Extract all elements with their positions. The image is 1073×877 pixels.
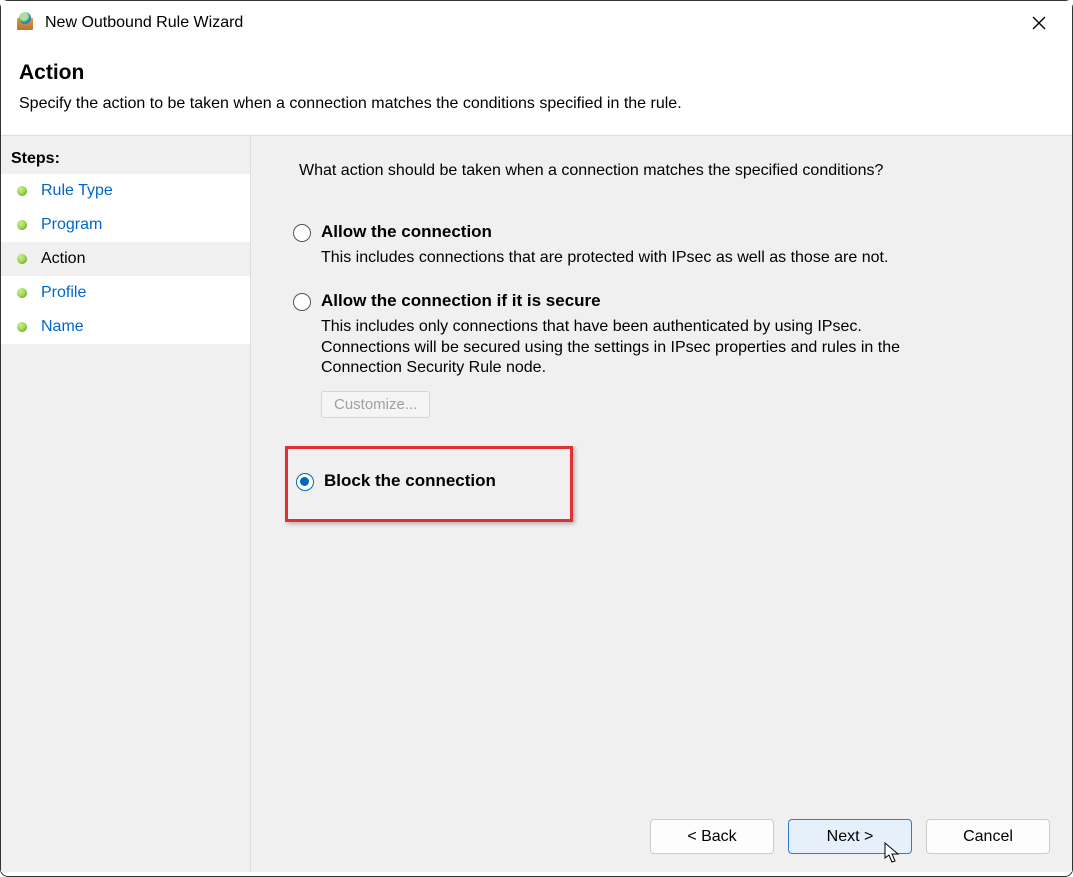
option-description: This includes connections that are prote…: [321, 248, 941, 269]
option-block[interactable]: Block the connection: [296, 471, 562, 491]
titlebar: New Outbound Rule Wizard: [1, 1, 1072, 45]
bullet-icon: [17, 288, 27, 298]
radio-allow[interactable]: [293, 224, 311, 242]
footer-buttons: < Back Next > Cancel: [650, 819, 1050, 854]
steps-label: Steps:: [1, 142, 250, 174]
question-text: What action should be taken when a conne…: [299, 162, 1024, 180]
back-button[interactable]: < Back: [650, 819, 774, 854]
sidebar-item-label: Program: [41, 216, 102, 234]
sidebar-item-label: Action: [41, 250, 85, 268]
radio-allow-secure[interactable]: [293, 293, 311, 311]
sidebar-item-rule-type[interactable]: Rule Type: [1, 174, 250, 208]
option-title: Block the connection: [324, 471, 562, 491]
page-description: Specify the action to be taken when a co…: [19, 95, 1054, 113]
sidebar: Steps: Rule Type Program Action Profile …: [1, 136, 251, 872]
option-allow[interactable]: Allow the connection This includes conne…: [293, 218, 1024, 287]
radio-block[interactable]: [296, 473, 314, 491]
sidebar-item-action[interactable]: Action: [1, 242, 250, 276]
main-panel: What action should be taken when a conne…: [251, 136, 1072, 872]
bullet-icon: [17, 220, 27, 230]
body-area: Steps: Rule Type Program Action Profile …: [1, 136, 1072, 872]
bullet-icon: [17, 322, 27, 332]
option-body: Allow the connection This includes conne…: [321, 222, 1024, 269]
option-description: This includes only connections that have…: [321, 317, 941, 379]
close-icon: [1032, 16, 1046, 30]
window-title: New Outbound Rule Wizard: [45, 14, 243, 32]
highlight-box: Block the connection: [285, 446, 573, 522]
sidebar-item-label: Profile: [41, 284, 86, 302]
bullet-icon: [17, 254, 27, 264]
page-title: Action: [19, 61, 1054, 85]
sidebar-item-program[interactable]: Program: [1, 208, 250, 242]
cancel-button[interactable]: Cancel: [926, 819, 1050, 854]
customize-button: Customize...: [321, 391, 430, 418]
next-button[interactable]: Next >: [788, 819, 912, 854]
header-section: Action Specify the action to be taken wh…: [1, 45, 1072, 136]
option-title: Allow the connection: [321, 222, 1024, 242]
sidebar-item-name[interactable]: Name: [1, 310, 250, 344]
firewall-icon: [17, 14, 35, 32]
option-title: Allow the connection if it is secure: [321, 291, 1024, 311]
close-button[interactable]: [1022, 6, 1056, 40]
sidebar-item-label: Name: [41, 318, 84, 336]
option-body: Allow the connection if it is secure Thi…: [321, 291, 1024, 418]
option-allow-secure[interactable]: Allow the connection if it is secure Thi…: [293, 287, 1024, 436]
sidebar-item-label: Rule Type: [41, 182, 113, 200]
bullet-icon: [17, 186, 27, 196]
sidebar-item-profile[interactable]: Profile: [1, 276, 250, 310]
option-body: Block the connection: [324, 471, 562, 491]
